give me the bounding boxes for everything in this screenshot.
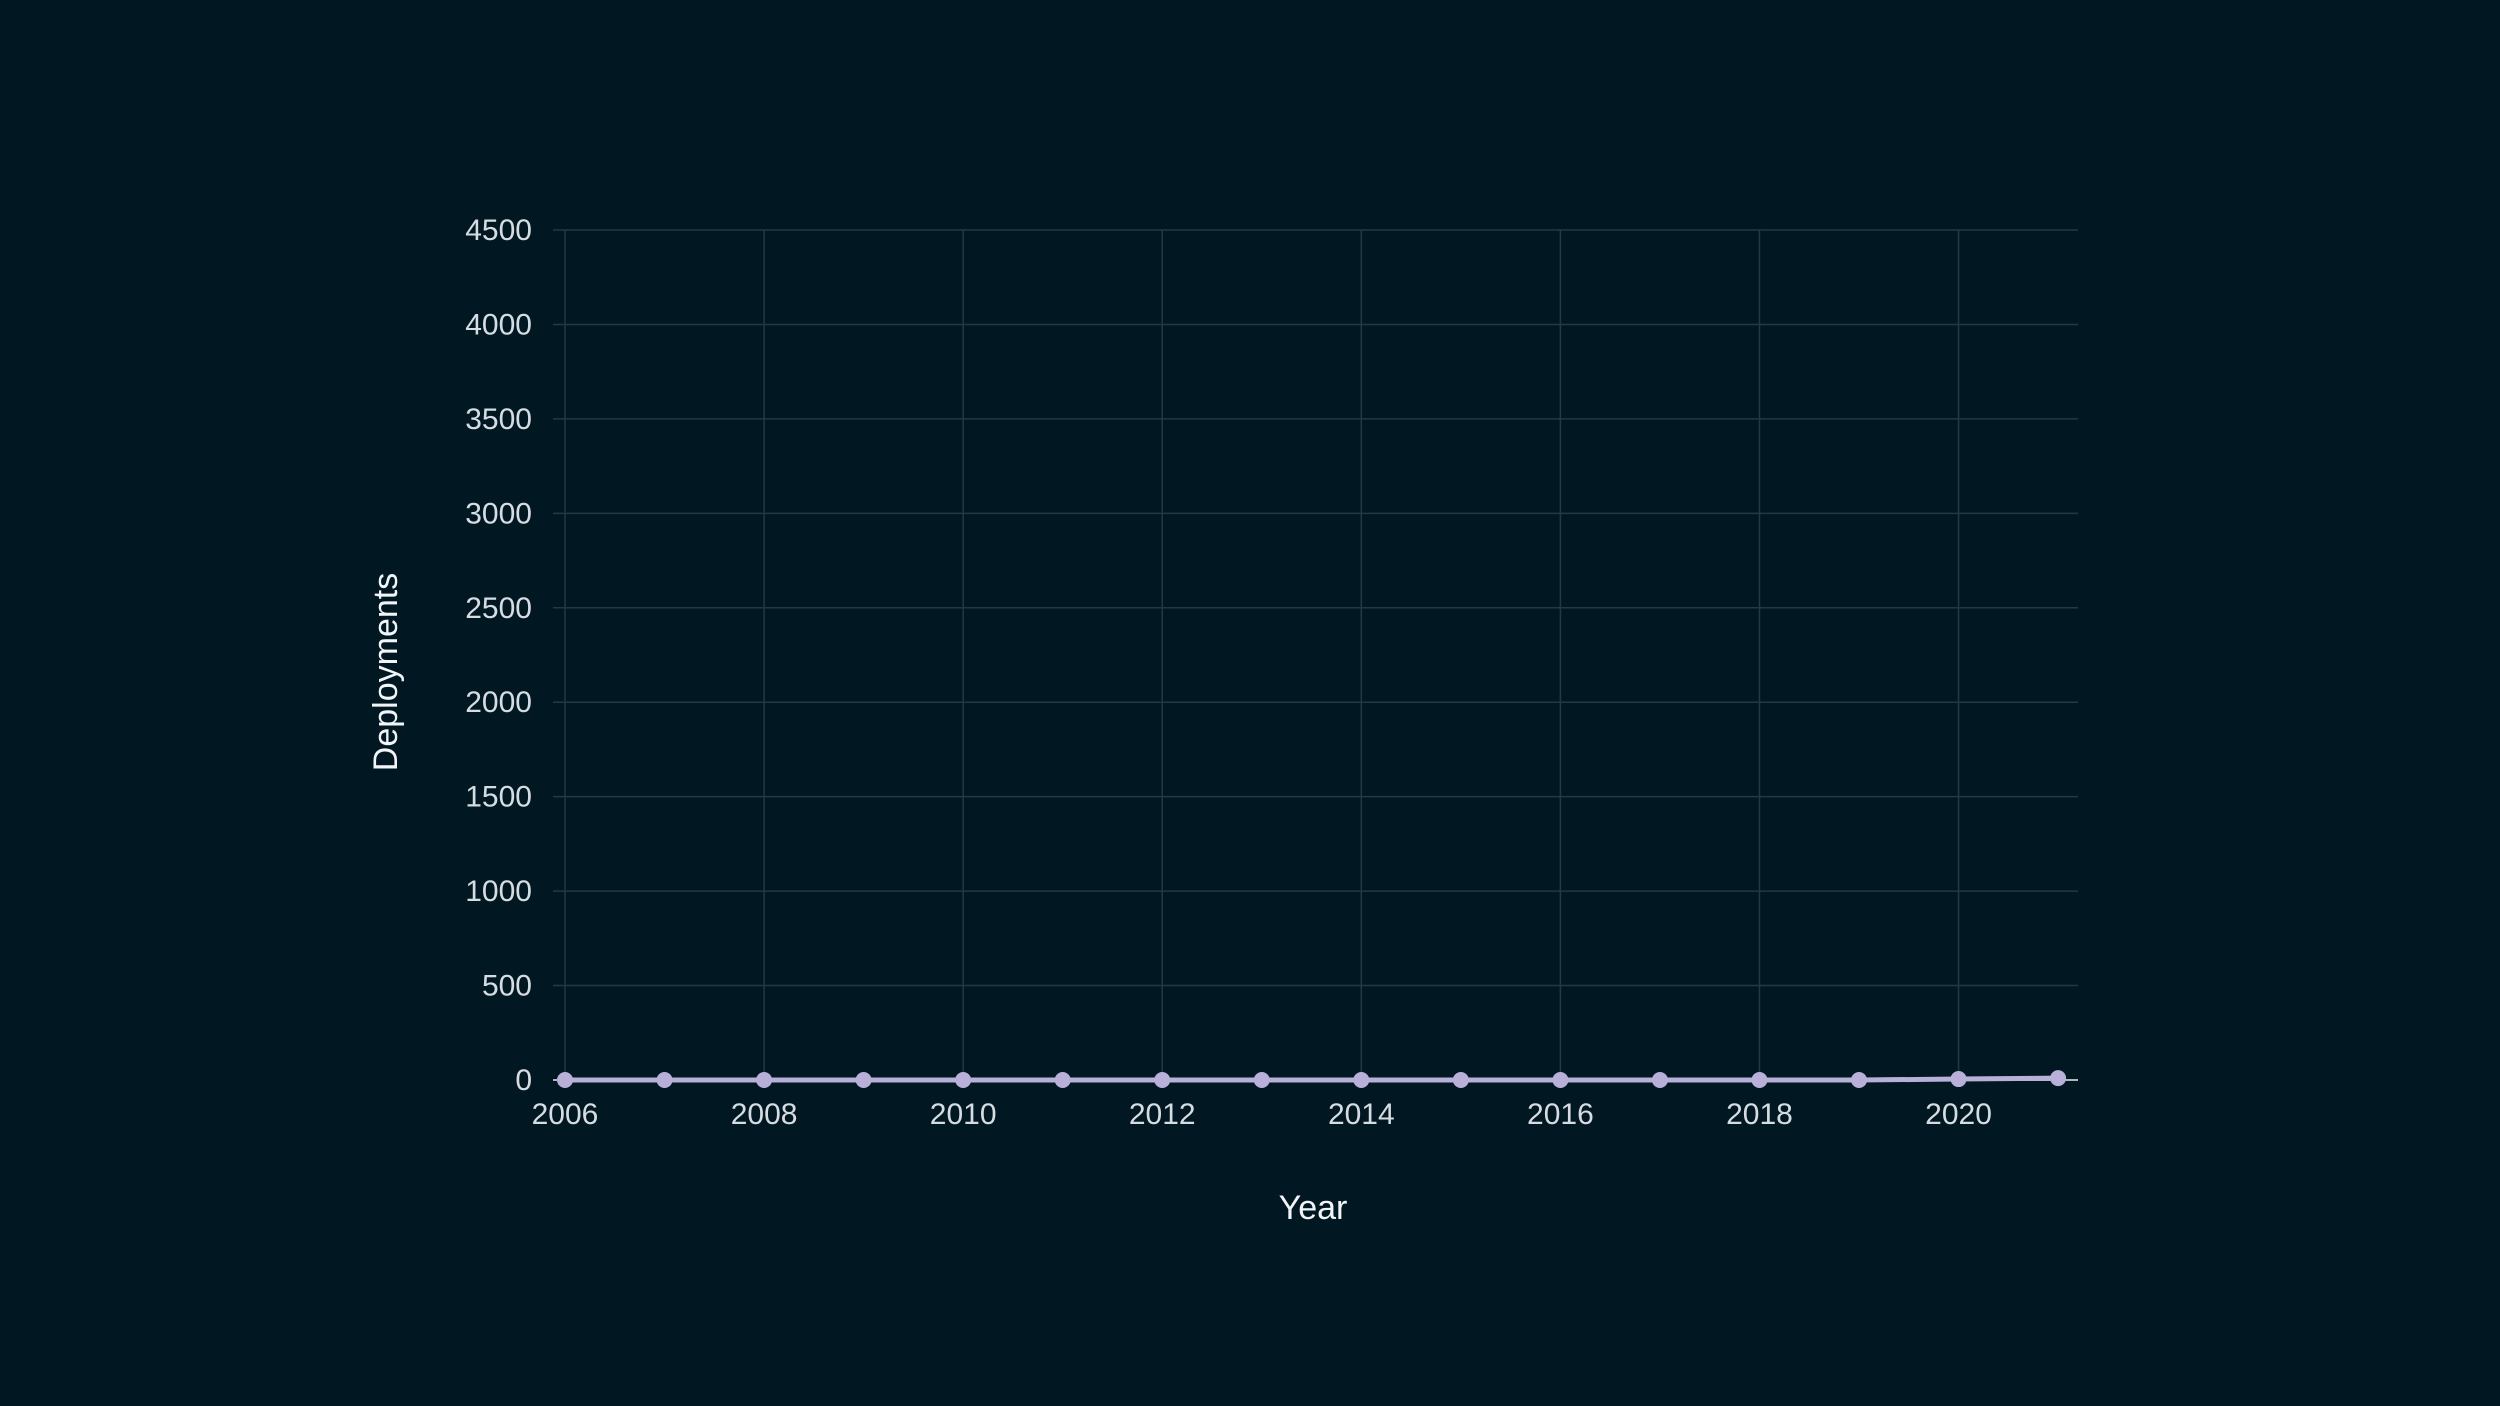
data-point[interactable] [557, 1072, 573, 1088]
x-tick-label: 2018 [1726, 1098, 1793, 1131]
data-point[interactable] [1651, 1072, 1668, 1088]
y-tick-label: 2000 [465, 686, 532, 719]
line-chart: 0 500 1000 1500 2000 2500 3000 3500 4000 4500 2006… [0, 0, 2500, 1406]
data-point[interactable] [1851, 1072, 1868, 1088]
y-tick-label: 4000 [465, 308, 532, 341]
data-point[interactable] [1154, 1072, 1171, 1088]
data-point[interactable] [2050, 1070, 2067, 1087]
chart-container: 0 500 1000 1500 2000 2500 3000 3500 4000 4500 2006… [0, 0, 2500, 1406]
y-tick-label: 4500 [465, 214, 532, 247]
data-point[interactable] [1950, 1071, 1967, 1088]
y-tick-label: 1000 [465, 875, 532, 908]
data-point[interactable] [1552, 1072, 1569, 1088]
x-tick-label: 2006 [532, 1098, 599, 1131]
y-tick-label: 500 [482, 970, 532, 1003]
y-tick-label: 0 [515, 1064, 532, 1097]
data-point[interactable] [1751, 1072, 1768, 1088]
data-point[interactable] [656, 1072, 673, 1088]
x-tick-label: 2012 [1129, 1098, 1196, 1131]
data-point[interactable] [1452, 1072, 1469, 1088]
x-tick-label: 2008 [731, 1098, 798, 1131]
data-point[interactable] [855, 1072, 872, 1088]
x-tick-label: 2014 [1328, 1098, 1395, 1131]
data-point[interactable] [1353, 1072, 1370, 1088]
y-tick-label: 1500 [465, 781, 532, 814]
x-tick-label: 2020 [1925, 1098, 1992, 1131]
x-tick-label: 2010 [930, 1098, 997, 1131]
data-point[interactable] [1054, 1072, 1071, 1088]
y-tick-label: 3000 [465, 497, 532, 530]
y-tick-label: 2500 [465, 592, 532, 625]
y-axis-title: Deployments [367, 573, 405, 771]
data-point[interactable] [955, 1072, 972, 1088]
data-point[interactable] [1253, 1072, 1270, 1088]
y-tick-label: 3500 [465, 403, 532, 436]
series-line [562, 1075, 2061, 1083]
x-tick-label: 2016 [1527, 1098, 1594, 1131]
data-point[interactable] [756, 1072, 773, 1088]
x-axis-title: Year [1279, 1189, 1348, 1227]
